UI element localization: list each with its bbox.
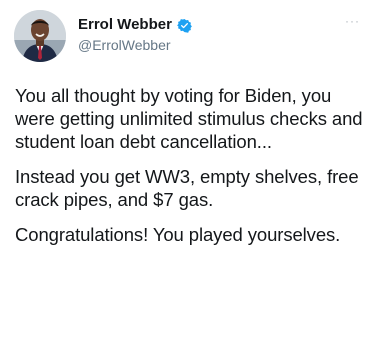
name-row: Errol Webber [78,16,192,34]
tweet-text: You all thought by voting for Biden, you… [15,84,366,258]
avatar-image [14,10,66,62]
tweet-paragraph: You all thought by voting for Biden, you… [15,85,363,152]
avatar[interactable] [14,10,66,62]
tweet-paragraph: Instead you get WW3, empty shelves, free… [15,166,359,210]
tweet-card: Errol Webber @ErrolWebber ··· You all th… [0,0,378,360]
verified-badge-icon [177,18,192,33]
author-handle[interactable]: @ErrolWebber [78,36,192,54]
tweet-paragraph: Congratulations! You played yourselves. [15,224,341,245]
author-display-name[interactable]: Errol Webber [78,16,172,34]
more-options-icon[interactable]: ··· [345,15,360,27]
tweet-header: Errol Webber @ErrolWebber ··· [14,10,368,62]
author-info: Errol Webber @ErrolWebber [78,16,192,54]
